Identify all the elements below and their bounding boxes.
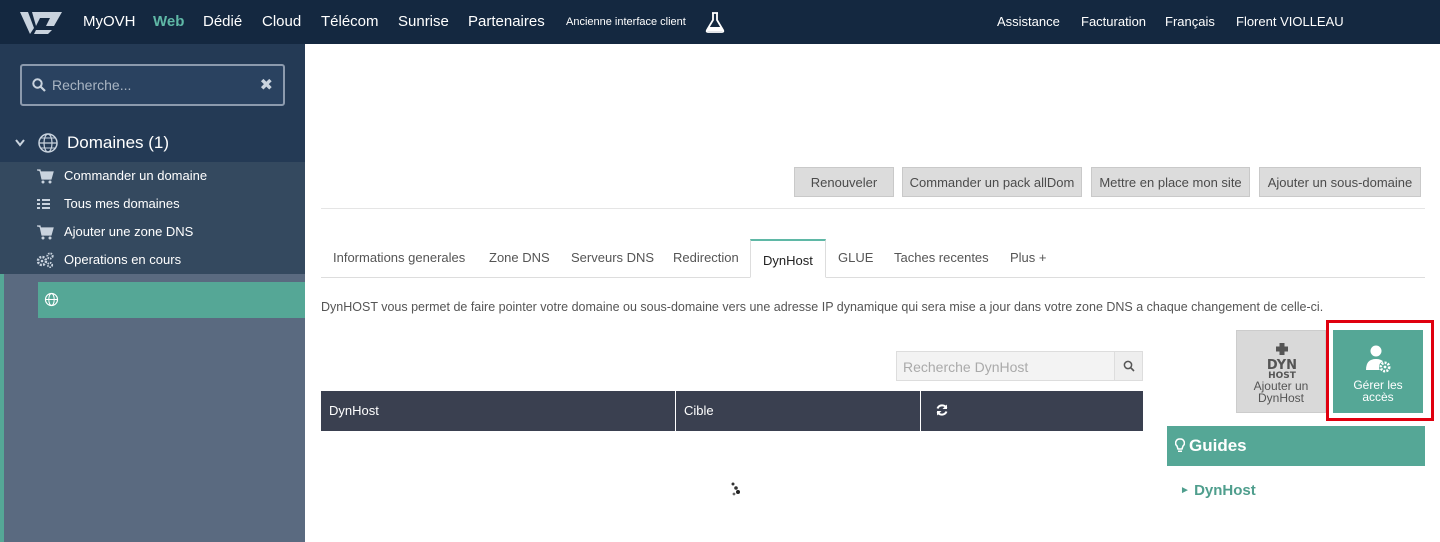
nav-web[interactable]: Web xyxy=(153,13,184,30)
nav-partenaires[interactable]: Partenaires xyxy=(468,13,545,30)
sidebar: ✖ Domaines (1) Commander un domaine xyxy=(0,44,305,542)
sidebar-item-order-domain[interactable]: Commander un domaine xyxy=(0,162,305,190)
add-dynhost-label-2: DynHost xyxy=(1257,391,1304,405)
sidebar-item-label: Operations en cours xyxy=(64,252,182,267)
guides-title: Guides xyxy=(1189,436,1247,455)
sidebar-search-input[interactable] xyxy=(52,75,252,95)
ovh-logo[interactable] xyxy=(18,8,66,36)
list-icon xyxy=(37,199,50,209)
old-interface-link[interactable]: Ancienne interface client xyxy=(566,16,686,28)
dynhost-add-icon: DYN HOST xyxy=(1267,343,1297,379)
sidebar-item-add-dns-zone[interactable]: Ajouter une zone DNS xyxy=(0,218,305,246)
search-icon xyxy=(32,78,46,92)
sidebar-header: ✖ Domaines (1) Commander un domaine xyxy=(0,44,305,274)
guide-link-label: DynHost xyxy=(1194,482,1256,499)
nav-dedie[interactable]: Dédié xyxy=(203,13,242,30)
tabs-baseline xyxy=(321,277,1425,278)
assistance-menu[interactable]: Assistance xyxy=(997,14,1060,29)
sidebar-item-label: Tous mes domaines xyxy=(64,196,180,211)
domains-tree-node[interactable]: Domaines (1) xyxy=(0,126,305,162)
dynhost-description: DynHOST vous permet de faire pointer vot… xyxy=(321,300,1324,314)
nav-sunrise[interactable]: Sunrise xyxy=(398,13,449,30)
renew-button[interactable]: Renouveler xyxy=(794,167,894,197)
clear-search-icon[interactable]: ✖ xyxy=(260,75,273,95)
sidebar-item-operations[interactable]: Operations en cours xyxy=(0,246,305,274)
dynhost-search xyxy=(896,351,1143,381)
tab-dns-zone[interactable]: Zone DNS xyxy=(489,250,550,265)
guide-link-dynhost[interactable]: ► DynHost xyxy=(1180,482,1256,499)
tab-general-info[interactable]: Informations generales xyxy=(333,250,465,265)
column-divider xyxy=(920,391,921,431)
globe-icon xyxy=(38,133,58,153)
tab-recent-tasks[interactable]: Taches recentes xyxy=(894,250,989,265)
language-menu[interactable]: Français xyxy=(1165,14,1215,29)
guides-panel-header: Guides xyxy=(1167,426,1425,466)
tab-dns-servers[interactable]: Serveurs DNS xyxy=(571,250,654,265)
search-icon xyxy=(1123,360,1135,372)
column-header-dynhost[interactable]: DynHost xyxy=(321,391,387,431)
divider xyxy=(321,208,1425,209)
sidebar-item-all-domains[interactable]: Tous mes domaines xyxy=(0,190,305,218)
sidebar-item-label: Commander un domaine xyxy=(64,168,208,183)
sidebar-search: ✖ xyxy=(20,64,285,106)
gears-icon xyxy=(36,252,54,268)
highlight-frame xyxy=(1326,320,1434,421)
nav-telecom[interactable]: Télécom xyxy=(321,13,379,30)
loading-spinner-icon xyxy=(731,482,740,496)
nav-cloud[interactable]: Cloud xyxy=(262,13,301,30)
globe-icon xyxy=(44,292,59,307)
top-navigation-bar: MyOVH Web Dédié Cloud Télécom Sunrise Pa… xyxy=(0,0,1440,44)
sidebar-item-label: Ajouter une zone DNS xyxy=(64,224,194,239)
sidebar-accent-bar xyxy=(0,274,4,542)
sidebar-item-active-domain[interactable] xyxy=(38,282,305,318)
lightbulb-icon xyxy=(1175,438,1185,452)
nav-myovh[interactable]: MyOVH xyxy=(83,13,136,30)
chevron-right-icon: ► xyxy=(1180,485,1190,496)
add-dynhost-button[interactable]: DYN HOST Ajouter un DynHost xyxy=(1236,330,1326,413)
tab-dynhost[interactable]: DynHost xyxy=(750,239,826,278)
domains-label: Domaines (1) xyxy=(67,133,170,152)
setup-site-button[interactable]: Mettre en place mon site xyxy=(1091,167,1250,197)
column-header-cible[interactable]: Cible xyxy=(676,391,722,431)
domains-submenu: Commander un domaine Tous mes domaines A… xyxy=(0,162,305,274)
dynhost-icon-subtext: HOST xyxy=(1268,371,1297,379)
dynhost-search-button[interactable] xyxy=(1114,352,1142,380)
chevron-down-icon[interactable] xyxy=(14,138,26,148)
tab-glue[interactable]: GLUE xyxy=(838,250,873,265)
dynhost-search-input[interactable] xyxy=(903,358,1108,376)
cart-icon xyxy=(37,225,54,240)
billing-menu[interactable]: Facturation xyxy=(1081,14,1146,29)
user-menu[interactable]: Florent VIOLLEAU xyxy=(1236,14,1344,29)
refresh-icon[interactable] xyxy=(935,403,949,417)
flask-icon[interactable] xyxy=(704,11,726,33)
add-subdomain-button[interactable]: Ajouter un sous-domaine xyxy=(1259,167,1421,197)
order-alldom-button[interactable]: Commander un pack allDom xyxy=(902,167,1082,197)
cart-icon xyxy=(37,169,54,184)
dynhost-table-header: DynHost Cible xyxy=(321,391,1143,431)
tab-more[interactable]: Plus + xyxy=(1010,250,1047,265)
tab-redirection[interactable]: Redirection xyxy=(673,250,739,265)
